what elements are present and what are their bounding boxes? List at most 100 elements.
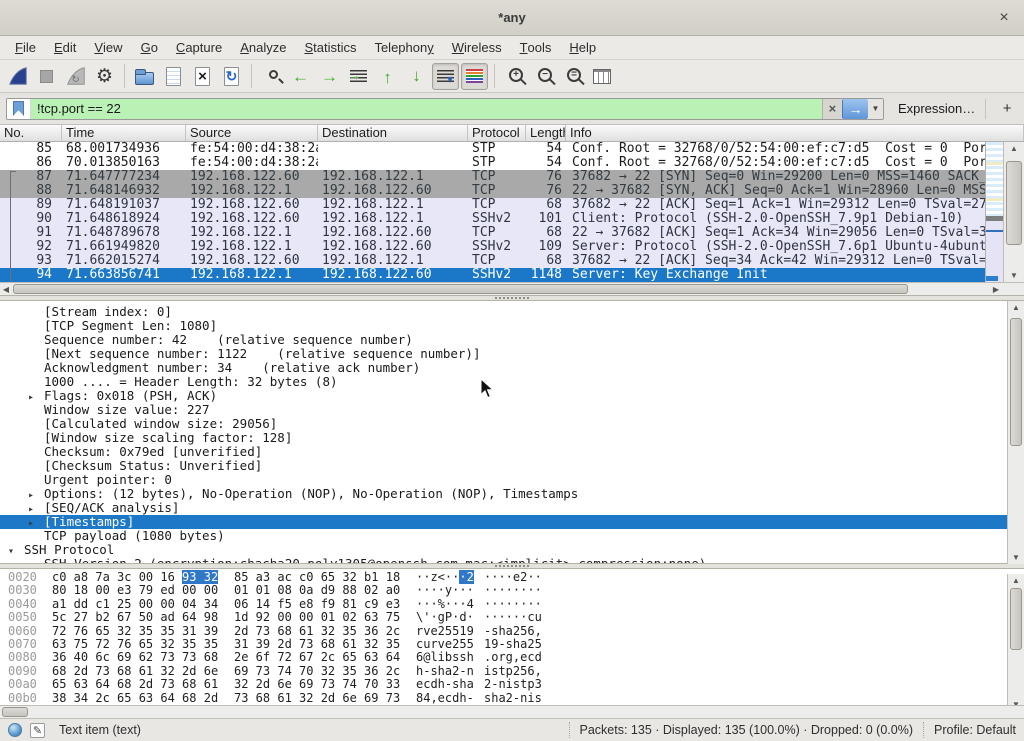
column-header-info[interactable]: Info (566, 125, 1024, 141)
hex-vertical-scrollbar[interactable]: ▲ ▼ (1007, 574, 1024, 710)
packet-row[interactable]: 85 68.001734936 fe:54:00:d4:38:2a STP 54… (0, 142, 985, 156)
expert-info-icon[interactable] (8, 723, 22, 737)
detail-line[interactable]: ▸[Timestamps] (0, 515, 1007, 529)
detail-line[interactable]: ▾SSH Protocol (0, 543, 1007, 557)
hex-row[interactable]: 009068 2d 73 68 61 32 2d 6e69 73 74 70 3… (0, 665, 1024, 678)
hex-row[interactable]: 0020c0 a8 7a 3c 00 16 93 3285 a3 ac c0 6… (0, 571, 1024, 584)
packet-row[interactable]: 91 71.648789678 192.168.122.1 192.168.12… (0, 226, 985, 240)
menu-item[interactable]: Capture (167, 36, 231, 59)
detail-line[interactable]: 1000 .... = Header Length: 32 bytes (8) (0, 375, 1007, 389)
scrollbar-thumb[interactable] (1010, 588, 1022, 650)
expand-arrow-icon[interactable]: ▸ (28, 559, 44, 564)
detail-line[interactable]: [Next sequence number: 1122 (relative se… (0, 347, 1007, 361)
menu-item[interactable]: Edit (45, 36, 85, 59)
zoom-out-button[interactable]: − (530, 63, 557, 90)
zoom-in-button[interactable]: + (501, 63, 528, 90)
packet-row[interactable]: 86 70.013850163 fe:54:00:d4:38:2a STP 54… (0, 156, 985, 170)
column-header-source[interactable]: Source (186, 125, 318, 141)
detail-line[interactable]: Sequence number: 42 (relative sequence n… (0, 333, 1007, 347)
scroll-up-arrow[interactable]: ▲ (1004, 142, 1024, 155)
column-header-protocol[interactable]: Protocol (468, 125, 526, 141)
column-header-length[interactable]: Length (526, 125, 566, 141)
hex-row[interactable]: 006072 76 65 32 35 35 31 392d 73 68 61 3… (0, 625, 1024, 638)
menu-item[interactable]: Wireless (443, 36, 511, 59)
detail-line[interactable]: Acknowledgment number: 34 (relative ack … (0, 361, 1007, 375)
start-capture-button[interactable] (4, 63, 31, 90)
filter-apply-button[interactable]: → (842, 99, 868, 119)
detail-line[interactable]: ▸Flags: 0x018 (PSH, ACK) (0, 389, 1007, 403)
packet-row[interactable]: 93 71.662015274 192.168.122.60 192.168.1… (0, 254, 985, 268)
hex-row[interactable]: 00b038 34 2c 65 63 64 68 2d73 68 61 32 2… (0, 692, 1024, 705)
expand-arrow-icon[interactable]: ▸ (28, 503, 44, 515)
expression-button[interactable]: Expression… (898, 101, 975, 116)
packet-row[interactable]: 88 71.648146932 192.168.122.1 192.168.12… (0, 184, 985, 198)
scrollbar-thumb[interactable] (1006, 161, 1022, 245)
restart-capture-button[interactable]: ↻ (62, 63, 89, 90)
colorize-packets-button[interactable] (461, 63, 488, 90)
open-file-button[interactable] (131, 63, 158, 90)
zoom-reset-button[interactable]: = (559, 63, 586, 90)
packet-row[interactable]: 92 71.661949820 192.168.122.1 192.168.12… (0, 240, 985, 254)
column-header-no[interactable]: No. (0, 125, 62, 141)
hex-row[interactable]: 003080 18 00 e3 79 ed 00 0001 01 08 0a d… (0, 584, 1024, 597)
column-header-destination[interactable]: Destination (318, 125, 468, 141)
detail-line[interactable]: Window size value: 227 (0, 403, 1007, 417)
title-bar[interactable]: *any × (0, 0, 1024, 36)
go-back-button[interactable]: ← (287, 63, 314, 90)
detail-line[interactable]: [Window size scaling factor: 128] (0, 431, 1007, 445)
menu-item[interactable]: Analyze (231, 36, 295, 59)
detail-line[interactable]: [TCP Segment Len: 1080] (0, 319, 1007, 333)
detail-line[interactable]: [Calculated window size: 29056] (0, 417, 1007, 431)
expand-arrow-icon[interactable]: ▾ (8, 545, 24, 557)
reload-file-button[interactable]: ↻ (218, 63, 245, 90)
hex-row[interactable]: 008036 40 6c 69 62 73 73 682e 6f 72 67 2… (0, 651, 1024, 664)
capture-comment-icon[interactable]: ✎ (30, 723, 45, 738)
stop-capture-button[interactable] (33, 63, 60, 90)
scroll-up-arrow[interactable]: ▲ (1012, 574, 1020, 586)
packet-row[interactable]: 89 71.648191037 192.168.122.60 192.168.1… (0, 198, 985, 212)
menu-item[interactable]: Go (132, 36, 167, 59)
go-to-packet-button[interactable]: → (345, 63, 372, 90)
detail-line[interactable]: ▸SSH Version 2 (encryption:chacha20-poly… (0, 557, 1007, 564)
scroll-left-arrow[interactable]: ◀ (0, 285, 12, 294)
detail-line[interactable]: Urgent pointer: 0 (0, 473, 1007, 487)
column-header-time[interactable]: Time (62, 125, 186, 141)
go-last-packet-button[interactable]: ↓ (403, 63, 430, 90)
detail-line[interactable]: TCP payload (1080 bytes) (0, 529, 1007, 543)
scroll-down-arrow[interactable]: ▼ (1012, 551, 1020, 564)
packet-row[interactable]: 94 71.663856741 192.168.122.1 192.168.12… (0, 268, 985, 282)
expand-arrow-icon[interactable]: ▸ (28, 517, 44, 529)
packet-list-vertical-scrollbar[interactable]: ▲ ▼ (1003, 142, 1024, 282)
hex-row[interactable]: 0040a1 dd c1 25 00 00 04 3406 14 f5 e8 f… (0, 598, 1024, 611)
hex-row[interactable]: 00505c 27 b2 67 50 ad 64 981d 92 00 00 0… (0, 611, 1024, 624)
detail-line[interactable]: ▸[SEQ/ACK analysis] (0, 501, 1007, 515)
detail-line[interactable]: ▸Options: (12 bytes), No-Operation (NOP)… (0, 487, 1007, 501)
resize-columns-button[interactable] (588, 63, 615, 90)
scroll-right-arrow[interactable]: ▶ (990, 285, 1002, 294)
scrollbar-thumb[interactable] (13, 284, 908, 294)
packet-row[interactable]: 90 71.648618924 192.168.122.60 192.168.1… (0, 212, 985, 226)
find-packet-button[interactable] (258, 63, 285, 90)
hex-row[interactable]: 007063 75 72 76 65 32 35 3531 39 2d 73 6… (0, 638, 1024, 651)
menu-item[interactable]: Help (560, 36, 605, 59)
scrollbar-thumb[interactable] (1010, 318, 1022, 446)
filter-clear-button[interactable]: × (822, 99, 842, 119)
filter-history-dropdown[interactable]: ▼ (868, 99, 883, 119)
detail-line[interactable]: [Checksum Status: Unverified] (0, 459, 1007, 473)
scrollbar-thumb[interactable] (2, 707, 28, 717)
auto-scroll-button[interactable]: ▾ (432, 63, 459, 90)
menu-item[interactable]: File (6, 36, 45, 59)
profile-label[interactable]: Profile: Default (934, 723, 1016, 737)
filter-bookmark-button[interactable] (7, 99, 31, 119)
packet-row[interactable]: 87 71.647777234 192.168.122.60 192.168.1… (0, 170, 985, 184)
capture-options-button[interactable]: ⚙ (91, 63, 118, 90)
menu-item[interactable]: Tools (511, 36, 561, 59)
go-forward-button[interactable]: → (316, 63, 343, 90)
save-file-button[interactable] (160, 63, 187, 90)
packet-list-horizontal-scrollbar[interactable]: ◀ ▶ (0, 282, 1024, 295)
expand-arrow-icon[interactable]: ▸ (28, 489, 44, 501)
add-filter-button[interactable]: + (996, 100, 1018, 117)
detail-line[interactable]: [Stream index: 0] (0, 305, 1007, 319)
intelligent-scrollbar-minimap[interactable] (985, 142, 1003, 282)
hex-horizontal-scrollbar[interactable] (0, 705, 1024, 718)
